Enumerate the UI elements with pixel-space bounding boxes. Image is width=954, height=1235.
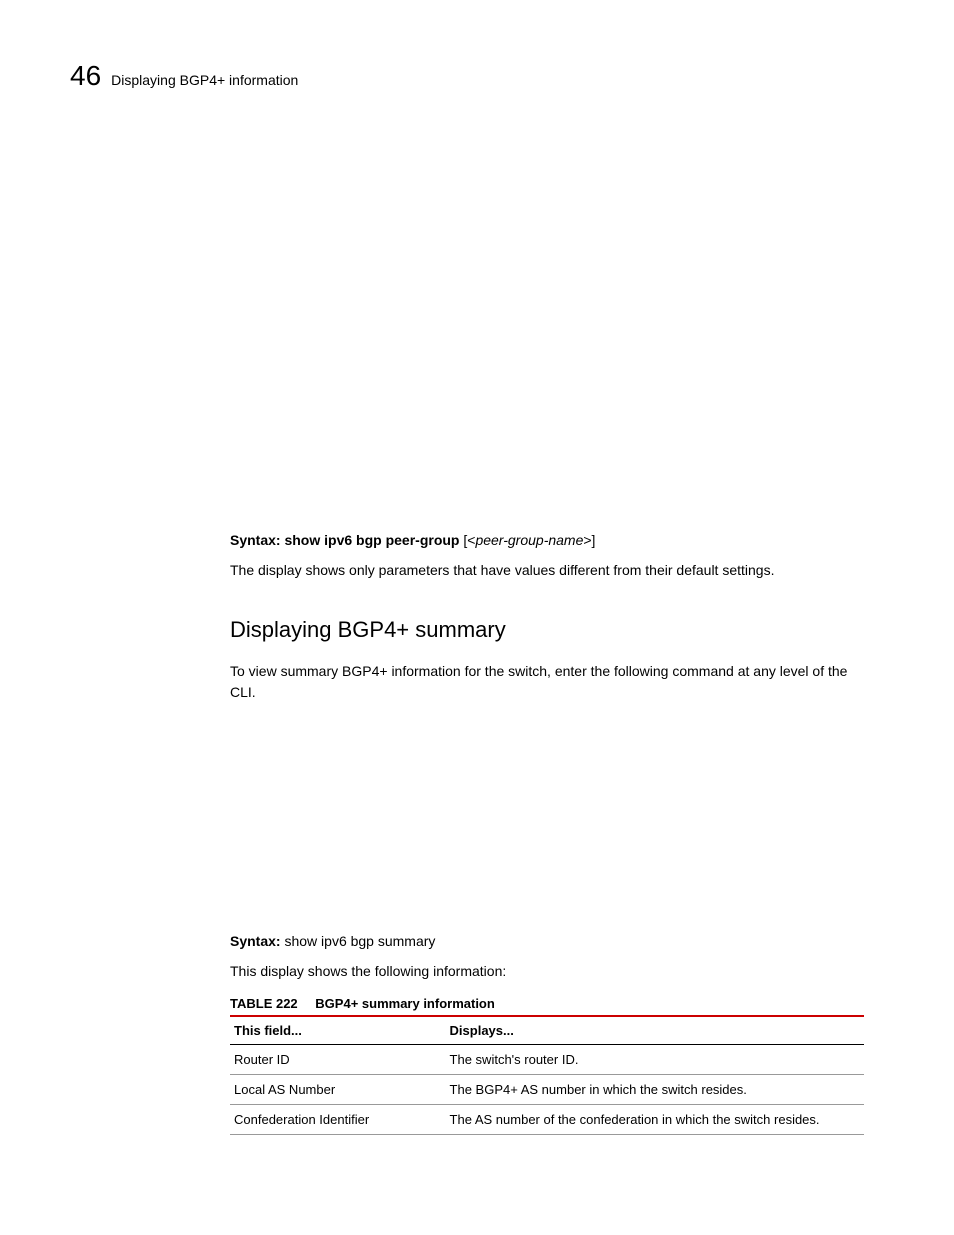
syntax-command: show ipv6 bgp summary xyxy=(284,933,435,949)
syntax-line-1: Syntax: show ipv6 bgp peer-group [<peer-… xyxy=(230,532,864,548)
syntax-label: Syntax: xyxy=(230,933,281,949)
table-header-displays: Displays... xyxy=(446,1016,864,1045)
table-cell-field: Router ID xyxy=(230,1045,446,1075)
table-row: Router ID The switch's router ID. xyxy=(230,1045,864,1075)
table-cell-desc: The BGP4+ AS number in which the switch … xyxy=(446,1075,864,1105)
body-paragraph-1: The display shows only parameters that h… xyxy=(230,560,864,581)
table-title: BGP4+ summary information xyxy=(315,996,495,1011)
page-header: 46 Displaying BGP4+ information xyxy=(70,60,884,92)
table-cell-field: Local AS Number xyxy=(230,1075,446,1105)
header-title: Displaying BGP4+ information xyxy=(111,72,298,88)
table-label: TABLE 222 xyxy=(230,996,298,1011)
page-container: 46 Displaying BGP4+ information Syntax: … xyxy=(0,0,954,1195)
syntax-line-2: Syntax: show ipv6 bgp summary xyxy=(230,933,864,949)
body-paragraph-2: This display shows the following informa… xyxy=(230,961,864,982)
table-row: Local AS Number The BGP4+ AS number in w… xyxy=(230,1075,864,1105)
table-header-row: This field... Displays... xyxy=(230,1016,864,1045)
section-heading: Displaying BGP4+ summary xyxy=(230,617,864,643)
content-area: Syntax: show ipv6 bgp peer-group [<peer-… xyxy=(230,532,864,1135)
syntax-command: show ipv6 bgp peer-group xyxy=(284,532,459,548)
table-cell-desc: The AS number of the confederation in wh… xyxy=(446,1105,864,1135)
syntax-param: peer-group-name xyxy=(475,532,583,548)
section-intro: To view summary BGP4+ information for th… xyxy=(230,661,864,703)
syntax-param-open: [< xyxy=(463,532,475,548)
table-header-field: This field... xyxy=(230,1016,446,1045)
syntax-param-close: >] xyxy=(583,532,595,548)
table-caption: TABLE 222 BGP4+ summary information xyxy=(230,996,864,1011)
summary-table: This field... Displays... Router ID The … xyxy=(230,1015,864,1135)
table-row: Confederation Identifier The AS number o… xyxy=(230,1105,864,1135)
syntax-label: Syntax: xyxy=(230,532,281,548)
table-cell-field: Confederation Identifier xyxy=(230,1105,446,1135)
page-number: 46 xyxy=(70,60,101,92)
table-cell-desc: The switch's router ID. xyxy=(446,1045,864,1075)
